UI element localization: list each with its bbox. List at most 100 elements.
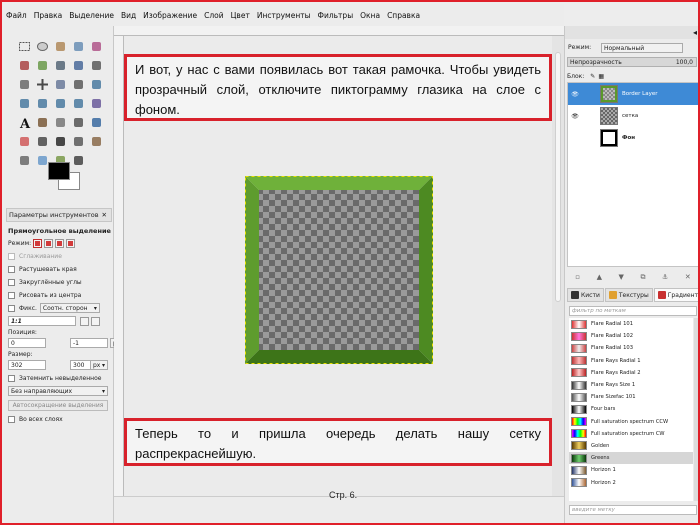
- gradient-item[interactable]: Four bars: [569, 403, 693, 415]
- gradient-item[interactable]: Golden: [569, 440, 693, 452]
- scissors-tool-icon[interactable]: [16, 57, 32, 73]
- gradient-item[interactable]: Horizon 2: [569, 476, 693, 488]
- bucket-fill-tool-icon[interactable]: [34, 114, 50, 130]
- airbrush-tool-icon[interactable]: [34, 133, 50, 149]
- color-select-tool-icon[interactable]: [88, 38, 104, 54]
- color-swatches[interactable]: [42, 160, 82, 194]
- rounded-checkbox[interactable]: [8, 278, 15, 286]
- center-row[interactable]: Рисовать из центра: [8, 289, 112, 301]
- dock-tab[interactable]: Текстуры: [604, 288, 653, 302]
- gradient-item[interactable]: Flare Radial 103: [569, 342, 693, 354]
- eraser-tool-icon[interactable]: [16, 133, 32, 149]
- anchor-layer-icon[interactable]: ⚓: [662, 273, 668, 281]
- menu-item-8[interactable]: Фильтры: [318, 11, 354, 20]
- foreground-color[interactable]: [48, 162, 70, 180]
- rotate-tool-icon[interactable]: [88, 76, 104, 92]
- gradient-item[interactable]: Flare Radial 102: [569, 330, 693, 342]
- landscape-icon[interactable]: [91, 316, 100, 326]
- gradient-item[interactable]: Horizon 1: [569, 464, 693, 476]
- layer-mode-dropdown[interactable]: Нормальный: [601, 43, 683, 53]
- layer-row[interactable]: Фон: [568, 127, 698, 149]
- perspective-clone-tool-icon[interactable]: [16, 152, 32, 168]
- paintbrush-tool-icon[interactable]: [88, 114, 104, 130]
- menu-item-10[interactable]: Справка: [387, 11, 420, 20]
- mode-add-button[interactable]: [44, 238, 54, 248]
- menu-item-6[interactable]: Цвет: [231, 11, 250, 20]
- dock-tab[interactable]: Кисти: [567, 288, 604, 302]
- shear-tool-icon[interactable]: [34, 95, 50, 111]
- gradient-item[interactable]: Flare Rays Radial 1: [569, 355, 693, 367]
- mode-replace-button[interactable]: [33, 238, 43, 248]
- gradient-item[interactable]: Flare Sizefac 101: [569, 391, 693, 403]
- pencil-tool-icon[interactable]: [70, 114, 86, 130]
- gradient-item[interactable]: Greens: [569, 452, 693, 465]
- sample-merged-row[interactable]: Во всех слоях: [8, 413, 112, 425]
- rounded-row[interactable]: Закруглённые углы: [8, 276, 112, 288]
- eye-icon[interactable]: 👁: [568, 91, 582, 98]
- rect-select-tool-icon[interactable]: [16, 38, 32, 54]
- text-tool-icon[interactable]: A: [16, 114, 32, 130]
- menu-item-7[interactable]: Инструменты: [257, 11, 311, 20]
- fixed-checkbox[interactable]: [8, 304, 15, 312]
- dock-tab[interactable]: Градиенты: [653, 288, 698, 302]
- perspective-tool-icon[interactable]: [52, 95, 68, 111]
- size-width-field[interactable]: 302: [8, 360, 46, 370]
- gradient-item[interactable]: Flare Rays Size 1: [569, 379, 693, 391]
- antialias-row[interactable]: Сглаживание: [8, 250, 112, 262]
- gradient-item[interactable]: Flare Rays Radial 2: [569, 367, 693, 379]
- size-unit-dropdown[interactable]: px ▾: [90, 360, 108, 370]
- highlight-checkbox[interactable]: [8, 374, 15, 382]
- gradient-item[interactable]: Full saturation spectrum CW: [569, 428, 693, 440]
- image-canvas[interactable]: [245, 176, 433, 364]
- delete-layer-icon[interactable]: ✕: [685, 273, 691, 281]
- dock-menu-icon[interactable]: ◂: [693, 28, 697, 37]
- menu-item-4[interactable]: Изображение: [143, 11, 197, 20]
- mode-intersect-button[interactable]: [66, 238, 76, 248]
- guides-dropdown[interactable]: Без направляющих ▾: [8, 386, 108, 396]
- gradient-scrollbar[interactable]: [694, 318, 698, 501]
- mode-subtract-button[interactable]: [55, 238, 65, 248]
- lock-pixels-icon[interactable]: ✎: [590, 73, 595, 80]
- ink-tool-icon[interactable]: [52, 133, 68, 149]
- cage-tool-icon[interactable]: [88, 95, 104, 111]
- new-layer-icon[interactable]: ▫: [575, 273, 580, 281]
- close-icon[interactable]: ✕: [102, 211, 107, 219]
- position-y-field[interactable]: -1: [70, 338, 108, 348]
- lasso-tool-icon[interactable]: [52, 38, 68, 54]
- zoom-tool-icon[interactable]: [88, 57, 104, 73]
- highlight-row[interactable]: Затемнить невыделенное: [8, 372, 112, 384]
- layer-row[interactable]: 👁 Border Layer: [568, 83, 698, 105]
- tool-options-tab[interactable]: Параметры инструментов ✕: [6, 208, 112, 222]
- menu-item-3[interactable]: Вид: [121, 11, 136, 20]
- lock-alpha-icon[interactable]: ▦: [598, 73, 604, 80]
- menu-item-0[interactable]: Файл: [6, 11, 27, 20]
- gradient-tag-input[interactable]: введите метку: [569, 505, 697, 515]
- heal-tool-icon[interactable]: [88, 133, 104, 149]
- gradient-item[interactable]: Flare Radial 101: [569, 318, 693, 330]
- paths-tool-icon[interactable]: [52, 57, 68, 73]
- fixed-dropdown[interactable]: Соотн. сторон ▾: [39, 303, 100, 313]
- fuzzy-select-tool-icon[interactable]: [70, 38, 86, 54]
- lower-layer-icon[interactable]: ▼: [619, 273, 624, 281]
- layer-row[interactable]: 👁 сетка: [568, 105, 698, 127]
- menu-item-1[interactable]: Правка: [34, 11, 63, 20]
- move-tool-icon[interactable]: [34, 76, 50, 92]
- antialias-checkbox[interactable]: [8, 252, 15, 260]
- gradient-filter-input[interactable]: фильтр по меткам: [569, 306, 697, 316]
- foreground-select-tool-icon[interactable]: [34, 57, 50, 73]
- flip-tool-icon[interactable]: [70, 95, 86, 111]
- opacity-slider[interactable]: Непрозрачность 100,0: [567, 57, 697, 67]
- autoshrink-button[interactable]: Автосокращение выделения: [8, 400, 108, 411]
- feather-row[interactable]: Растушевать края: [8, 263, 112, 275]
- eye-icon[interactable]: 👁: [568, 113, 582, 120]
- clone-tool-icon[interactable]: [70, 133, 86, 149]
- sample-merged-checkbox[interactable]: [8, 415, 15, 423]
- measure-tool-icon[interactable]: [16, 76, 32, 92]
- align-tool-icon[interactable]: [52, 76, 68, 92]
- scroll-thumb[interactable]: [555, 52, 561, 302]
- feather-checkbox[interactable]: [8, 265, 15, 273]
- menu-item-5[interactable]: Слой: [204, 11, 224, 20]
- ratio-field[interactable]: 1:1: [8, 316, 76, 326]
- blend-tool-icon[interactable]: [52, 114, 68, 130]
- center-checkbox[interactable]: [8, 291, 15, 299]
